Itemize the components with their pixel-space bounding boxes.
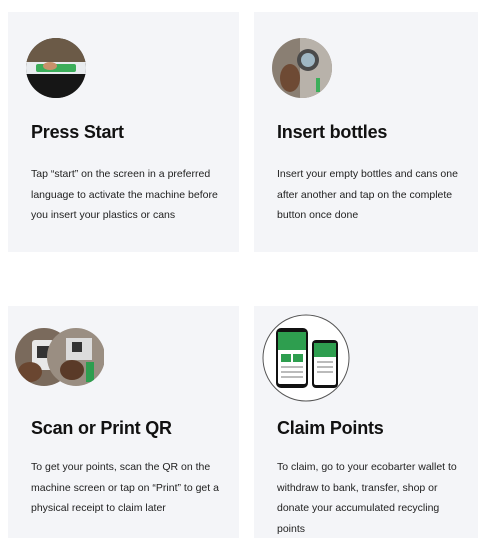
wallet-app-phones-icon	[262, 314, 350, 402]
insert-bottle-photo-icon	[272, 38, 332, 98]
step-description: To get your points, scan the QR on the m…	[31, 461, 219, 514]
scan-qr-photo-icon	[14, 326, 105, 388]
step-description: Insert your empty bottles and cans one a…	[277, 168, 458, 221]
press-start-photo-icon	[26, 38, 86, 98]
step-description: To claim, go to your ecobarter wallet to…	[277, 461, 457, 535]
step-title: Press Start	[31, 122, 124, 142]
step-title: Scan or Print QR	[31, 418, 172, 438]
step-description: Tap “start” on the screen in a preferred…	[31, 168, 218, 221]
step-card-insert-bottles: Insert bottles Insert your empty bottles…	[254, 12, 478, 252]
step-card-claim-points: Claim Points To claim, go to your ecobar…	[254, 306, 478, 538]
step-card-press-start: Press Start Tap “start” on the screen in…	[8, 12, 239, 252]
step-title: Insert bottles	[277, 122, 388, 142]
step-card-scan-or-print-qr: Scan or Print QR To get your points, sca…	[8, 306, 239, 538]
step-title: Claim Points	[277, 418, 384, 438]
